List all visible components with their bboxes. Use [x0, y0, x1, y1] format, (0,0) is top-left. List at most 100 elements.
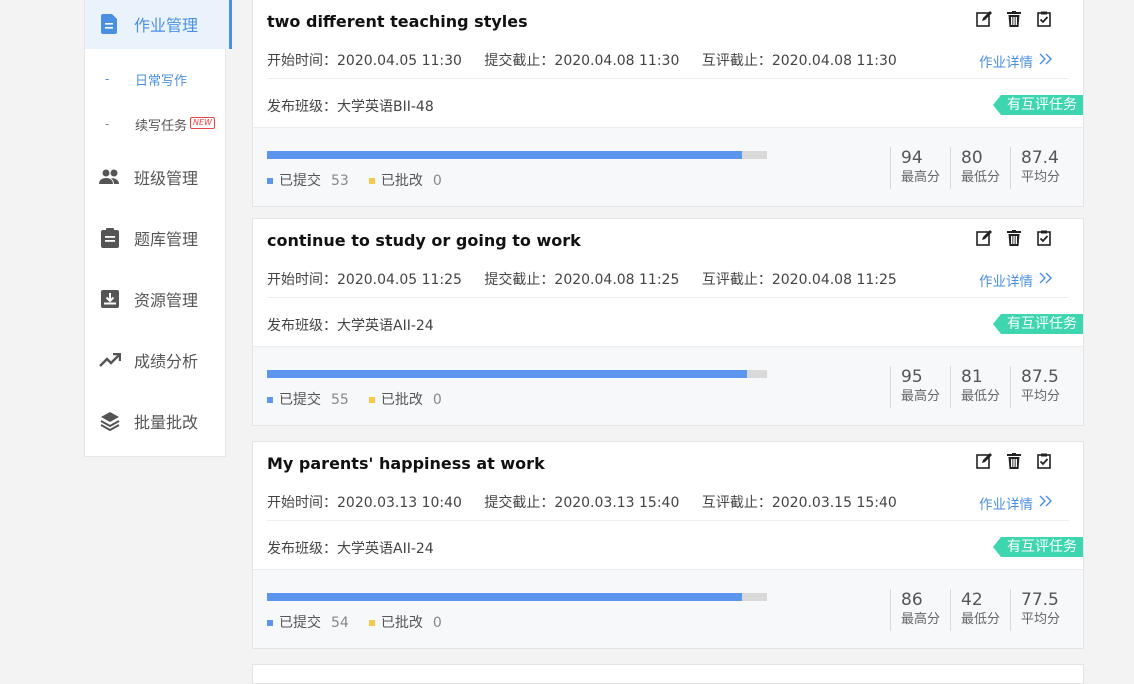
homework-card-partial	[252, 664, 1084, 684]
homework-card: My parents' happiness at work 开始时间：2020.…	[252, 441, 1084, 649]
graded-count: 0	[432, 615, 442, 631]
stats-area: 已提交 54 已批改 0 86 最高分 42 最低分 77.5 平均分	[253, 569, 1083, 648]
peer-deadline: 互评截止：2020.04.08 11:25	[701, 272, 897, 288]
subnav-continuation[interactable]: - 续写任务 NEW	[85, 109, 226, 139]
max-score: 86 最高分	[890, 589, 940, 631]
submitted-count: 53	[331, 173, 349, 189]
max-score-value: 94	[901, 148, 923, 168]
peer-review-badge: 有互评任务	[993, 537, 1083, 557]
homework-detail-link[interactable]: 作业详情	[979, 493, 1053, 513]
double-chevron-right-icon	[1039, 53, 1053, 69]
divider	[267, 78, 1069, 79]
nav-label: 作业管理	[134, 16, 199, 35]
submitted-label: 已提交	[279, 615, 321, 631]
homework-title: My parents' happiness at work	[267, 454, 545, 473]
min-score: 80 最低分	[950, 147, 1000, 189]
edit-icon[interactable]	[975, 10, 993, 28]
delete-icon[interactable]	[1005, 452, 1023, 470]
min-score-value: 81	[961, 367, 983, 387]
graded-dot	[368, 620, 375, 626]
trending-up-icon	[99, 349, 121, 371]
submitted-label: 已提交	[279, 173, 321, 189]
double-chevron-right-icon	[1039, 272, 1053, 288]
checklist-icon[interactable]	[1035, 452, 1053, 470]
avg-score-value: 87.4	[1021, 148, 1059, 168]
nav-batch-grade[interactable]: 批量批改	[85, 396, 226, 446]
dash: -	[105, 72, 110, 86]
avg-score-label: 平均分	[1021, 389, 1061, 404]
checklist-icon[interactable]	[1035, 10, 1053, 28]
avg-score: 77.5 平均分	[1010, 589, 1060, 631]
avg-score: 87.4 平均分	[1010, 147, 1060, 189]
delete-icon[interactable]	[1005, 229, 1023, 247]
nav-homework[interactable]: 作业管理	[85, 0, 232, 49]
max-score-label: 最高分	[901, 389, 941, 404]
people-icon	[99, 166, 121, 188]
publish-class: 发布班级：大学英语AII-24	[267, 541, 434, 557]
max-score-value: 95	[901, 367, 923, 387]
legend: 已提交 55 已批改 0	[267, 389, 442, 409]
min-score-label: 最低分	[961, 612, 1001, 627]
dash: -	[105, 117, 110, 131]
nav-label: 题库管理	[134, 230, 199, 249]
download-tray-icon	[99, 288, 121, 310]
progress-bar	[267, 151, 767, 159]
double-chevron-right-icon	[1039, 495, 1053, 511]
graded-label: 已批改	[380, 615, 423, 631]
graded-dot	[368, 178, 375, 184]
nav-label: 班级管理	[134, 169, 199, 188]
submitted-label: 已提交	[279, 392, 321, 408]
start-time: 开始时间：2020.03.13 10:40	[267, 495, 462, 511]
submit-deadline: 提交截止：2020.04.08 11:25	[484, 272, 680, 288]
progress-fill	[267, 151, 742, 159]
submitted-dot	[267, 620, 273, 626]
progress-bar	[267, 370, 767, 378]
time-info: 开始时间：2020.04.05 11:30 提交截止：2020.04.08 11…	[267, 50, 915, 70]
publish-class: 发布班级：大学英语BII-48	[267, 99, 434, 115]
graded-stat: 已批改 0	[368, 389, 442, 409]
progress-bar	[267, 593, 767, 601]
graded-dot	[368, 397, 375, 403]
avg-score-value: 77.5	[1021, 590, 1059, 610]
max-score-label: 最高分	[901, 170, 941, 185]
time-info: 开始时间：2020.04.05 11:25 提交截止：2020.04.08 11…	[267, 269, 915, 289]
detail-label: 作业详情	[979, 274, 1033, 290]
graded-stat: 已批改 0	[368, 170, 442, 190]
submit-deadline: 提交截止：2020.04.08 11:30	[484, 53, 680, 69]
peer-review-badge: 有互评任务	[993, 314, 1083, 334]
document-icon	[99, 13, 121, 35]
stats-area: 已提交 53 已批改 0 94 最高分 80 最低分 87.4 平均分	[253, 127, 1083, 206]
graded-count: 0	[432, 392, 442, 408]
submitted-stat: 已提交 54	[267, 612, 349, 632]
edit-icon[interactable]	[975, 452, 993, 470]
progress-fill	[267, 593, 742, 601]
nav-score-analysis[interactable]: 成绩分析	[85, 335, 226, 385]
homework-card: continue to study or going to work 开始时间：…	[252, 218, 1084, 426]
nav-label: 成绩分析	[134, 352, 199, 371]
nav-class[interactable]: 班级管理	[85, 152, 226, 202]
min-score-value: 80	[961, 148, 983, 168]
homework-title: continue to study or going to work	[267, 231, 581, 250]
subnav-daily-writing[interactable]: - 日常写作	[85, 64, 226, 94]
avg-score-value: 87.5	[1021, 367, 1059, 387]
homework-title: two different teaching styles	[267, 12, 528, 31]
nav-label: 资源管理	[134, 291, 199, 310]
delete-icon[interactable]	[1005, 10, 1023, 28]
subnav-label: 日常写作	[135, 73, 188, 89]
nav-resources[interactable]: 资源管理	[85, 274, 226, 324]
min-score-label: 最低分	[961, 389, 1001, 404]
nav-question-bank[interactable]: 题库管理	[85, 213, 226, 263]
checklist-icon[interactable]	[1035, 229, 1053, 247]
legend: 已提交 53 已批改 0	[267, 170, 442, 190]
homework-detail-link[interactable]: 作业详情	[979, 270, 1053, 290]
submitted-stat: 已提交 53	[267, 170, 349, 190]
submitted-dot	[267, 178, 273, 184]
edit-icon[interactable]	[975, 229, 993, 247]
max-score-value: 86	[901, 590, 923, 610]
min-score: 42 最低分	[950, 589, 1000, 631]
detail-label: 作业详情	[979, 55, 1033, 71]
submit-deadline: 提交截止：2020.03.13 15:40	[484, 495, 680, 511]
homework-detail-link[interactable]: 作业详情	[979, 51, 1053, 71]
time-info: 开始时间：2020.03.13 10:40 提交截止：2020.03.13 15…	[267, 492, 915, 512]
submitted-count: 54	[331, 615, 349, 631]
